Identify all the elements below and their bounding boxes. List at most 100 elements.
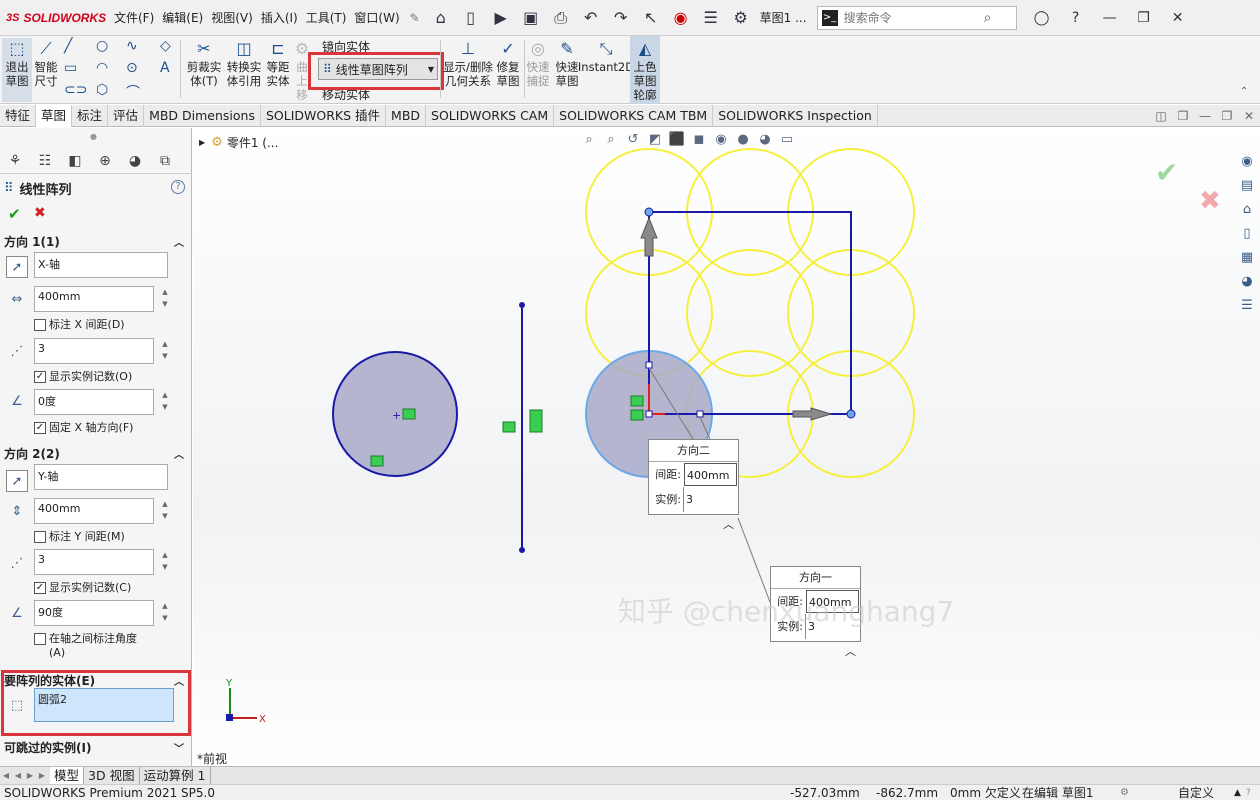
rebuild-icon[interactable]: ◉ (666, 0, 696, 36)
rebuild-indicator-icon[interactable]: ⚙ (1120, 785, 1129, 800)
tab-3d-views[interactable]: 3D 视图 (84, 766, 140, 785)
menu-file[interactable]: 文件(F) (110, 0, 158, 36)
dimension-angle-option[interactable]: 在轴之间标注角度 (A) (34, 632, 137, 660)
callout1-collapse-icon[interactable]: ︿ (845, 643, 856, 659)
tab-solidworks-addins[interactable]: SOLIDWORKS 插件 (261, 104, 387, 127)
ellipse-icon[interactable]: ⊙ (126, 60, 138, 76)
minimize-doc-icon[interactable]: — (1194, 109, 1216, 123)
home-icon[interactable]: ⌂ (426, 0, 456, 36)
callout2-spacing-value[interactable]: 400mm (684, 463, 737, 486)
direction2-spacing-field[interactable]: 400mm (34, 498, 154, 524)
entities-section-header[interactable]: 要阵列的实体(E) ︿ (4, 671, 188, 689)
direction1-spacing-field[interactable]: 400mm (34, 286, 154, 312)
rapid-sketch-button[interactable]: ✎ 快速草图 (553, 38, 581, 89)
options-gear-icon[interactable]: ⚙ (726, 0, 756, 36)
tab-sketch[interactable]: 草图 (36, 104, 73, 127)
arc-icon[interactable]: ◠ (96, 60, 108, 76)
new-document-icon[interactable]: ▯ (456, 0, 486, 36)
redo-icon[interactable]: ↷ (606, 0, 636, 36)
close-window-icon[interactable]: ✕ (1161, 0, 1195, 36)
plane-icon[interactable]: ◇ (160, 38, 171, 54)
tab-model[interactable]: 模型 (50, 766, 85, 785)
fix-x-axis-checkbox[interactable]: ✓ (34, 422, 46, 434)
smart-dimension-button[interactable]: ⟋ 智能尺寸 (32, 38, 60, 89)
save-icon[interactable]: ▣ (516, 0, 546, 36)
menu-edit[interactable]: 编辑(E) (158, 0, 207, 36)
user-icon[interactable]: ◯ (1025, 0, 1059, 36)
skip-instances-section-header[interactable]: 可跳过的实例(I) ﹀ (4, 738, 188, 756)
line-icon[interactable]: ╱ (64, 38, 72, 54)
angle1-stepper[interactable]: ▲ ▼ (158, 389, 172, 415)
display-delete-relations-button[interactable]: ⊥ 显示/删除几何关系 (442, 38, 494, 89)
direction2-angle-field[interactable]: 90度 (34, 600, 154, 626)
instances2-stepper[interactable]: ▲ ▼ (158, 549, 172, 575)
open-icon[interactable]: ▶ (486, 0, 516, 36)
reverse-direction1-icon[interactable]: ➚ (6, 256, 28, 278)
direction1-section-header[interactable]: 方向 1(1) ︿ (4, 232, 188, 250)
polygon-icon[interactable]: ⬡ (96, 82, 108, 98)
undo-icon[interactable]: ↶ (576, 0, 606, 36)
circle-icon[interactable]: ○ (96, 38, 108, 54)
instances1-stepper[interactable]: ▲ ▼ (158, 338, 172, 364)
pin-icon[interactable]: ✎ (404, 0, 426, 36)
ok-button[interactable]: ✔ (8, 205, 21, 223)
help-icon[interactable]: ? (1059, 0, 1093, 36)
next-tab-icon[interactable]: ▶ (24, 771, 36, 780)
collapse-ribbon-icon[interactable]: ⌃ (1240, 86, 1248, 97)
direction1-axis-field[interactable]: X-轴 (34, 252, 168, 278)
angle2-stepper[interactable]: ▲ ▼ (158, 600, 172, 626)
direction2-callout[interactable]: 方向二 间距: 400mm 实例: 3 (648, 439, 739, 515)
reverse-direction2-icon[interactable]: ➚ (6, 470, 28, 492)
search-input[interactable] (843, 10, 984, 25)
select-icon[interactable]: ↖ (636, 0, 666, 36)
menu-tools[interactable]: 工具(T) (302, 0, 351, 36)
property-manager-tab-icon[interactable]: ☷ (30, 148, 60, 174)
tab-mbd[interactable]: MBD (386, 104, 427, 127)
tile-icon[interactable]: ◫ (1150, 109, 1172, 123)
slot-icon[interactable]: ⊂⊃ (64, 82, 87, 98)
cancel-button[interactable]: ✖ (34, 205, 46, 221)
dimension-x-checkbox[interactable] (34, 319, 46, 331)
minimize-icon[interactable]: — (1093, 0, 1127, 36)
feature-manager-tab-icon[interactable]: ⚘ (0, 148, 30, 174)
entities-to-pattern-list[interactable]: 圆弧2 (34, 688, 174, 722)
restore-icon[interactable]: ❐ (1127, 0, 1161, 36)
direction2-section-header[interactable]: 方向 2(2) ︿ (4, 444, 188, 462)
dimension-angle-checkbox[interactable] (34, 633, 46, 645)
quick-snaps-button[interactable]: ◎ 快速捕捉 (526, 38, 550, 89)
dimension-x-spacing-option[interactable]: 标注 X 间距(D) (34, 318, 125, 332)
tab-features[interactable]: 特征 (0, 104, 37, 127)
show-count1-option[interactable]: ✓ 显示实例记数(O) (34, 370, 132, 384)
entity-item[interactable]: 圆弧2 (38, 693, 67, 706)
callout2-collapse-icon[interactable]: ︿ (723, 516, 734, 532)
tab-solidworks-inspection[interactable]: SOLIDWORKS Inspection (713, 104, 878, 127)
file-properties-icon[interactable]: ☰ (696, 0, 726, 36)
restore-doc-icon[interactable]: ❐ (1172, 109, 1194, 123)
tab-evaluate[interactable]: 评估 (108, 104, 145, 127)
close-doc-icon[interactable]: ✕ (1238, 109, 1260, 123)
restore-doc2-icon[interactable]: ❐ (1216, 109, 1238, 123)
last-tab-icon[interactable]: ▶ (36, 771, 48, 780)
tab-solidworks-cam-tbm[interactable]: SOLIDWORKS CAM TBM (554, 104, 714, 127)
offset-entities-button[interactable]: ⊏ 等距实体 (264, 38, 292, 89)
spacing1-stepper[interactable]: ▲ ▼ (158, 286, 172, 312)
tab-mbd-dimensions[interactable]: MBD Dimensions (144, 104, 261, 127)
dimension-y-checkbox[interactable] (34, 531, 46, 543)
units-chevron-up-icon[interactable]: ▲ (1234, 785, 1241, 800)
panel-grip-icon[interactable]: ● (90, 132, 97, 141)
configuration-tab-icon[interactable]: ◧ (60, 148, 90, 174)
print-icon[interactable]: ⎙ (546, 0, 576, 36)
repair-sketch-button[interactable]: ✓ 修复草图 (494, 38, 522, 89)
search-command-box[interactable]: >_ ⌕ (816, 5, 1017, 30)
rectangle-icon[interactable]: ▭ (64, 60, 77, 76)
spline-icon[interactable]: ∿ (126, 38, 138, 54)
instant2d-button[interactable]: ⤡ Instant2D (578, 38, 634, 75)
tab-solidworks-cam[interactable]: SOLIDWORKS CAM (426, 104, 555, 127)
trim-entities-button[interactable]: ✂ 剪裁实体(T) (184, 38, 224, 89)
direction1-instances-field[interactable]: 3 (34, 338, 154, 364)
first-tab-icon[interactable]: ◀ (0, 771, 12, 780)
show-count1-checkbox[interactable]: ✓ (34, 371, 46, 383)
graphics-area[interactable]: ▶ ⚙ 零件1 (... ⌕ ⌕ ↺ ◩ ⬛ ◼ ◉ ● ◕ ▭ ◉ ▤ ⌂ ▯… (193, 128, 1260, 766)
direction2-axis-field[interactable]: Y-轴 (34, 464, 168, 490)
spacing2-stepper[interactable]: ▲ ▼ (158, 498, 172, 524)
